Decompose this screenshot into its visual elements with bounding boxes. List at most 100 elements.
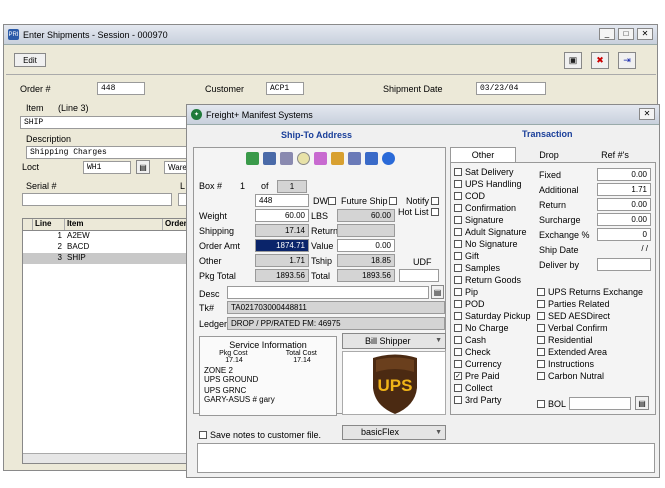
option-checkbox[interactable]: Adult Signature <box>454 226 531 238</box>
order-field[interactable]: 448 <box>97 82 145 95</box>
option-label: Pip <box>465 287 479 297</box>
serial-field[interactable] <box>22 193 172 206</box>
option-checkbox[interactable]: Return Goods <box>454 274 531 286</box>
customer-field[interactable]: ACP1 <box>266 82 304 95</box>
notes-area[interactable] <box>197 443 655 473</box>
option-checkbox[interactable]: POD <box>454 298 531 310</box>
fm-close-button[interactable]: ✕ <box>639 108 655 120</box>
transaction-field[interactable] <box>597 258 651 271</box>
bol-field[interactable] <box>569 397 631 410</box>
exit-icon[interactable]: ⇥ <box>618 52 636 69</box>
save-disk-icon[interactable]: ▣ <box>564 52 582 69</box>
order-amt-field[interactable]: 1874.71 <box>255 239 309 252</box>
option-checkbox[interactable]: Currency <box>454 358 531 370</box>
filter-icon[interactable] <box>280 152 293 165</box>
dw-checkbox[interactable] <box>328 195 339 207</box>
edit-menu[interactable]: Edit <box>14 53 46 67</box>
document-icon[interactable] <box>263 152 276 165</box>
option-checkbox[interactable]: SED AESDirect <box>537 310 643 322</box>
option-checkbox[interactable]: Confirmation <box>454 202 531 214</box>
option-label: Check <box>465 347 491 357</box>
maximize-button[interactable]: □ <box>618 28 634 40</box>
package-icon[interactable] <box>365 152 378 165</box>
transaction-field[interactable]: 0.00 <box>597 198 651 211</box>
loct-field[interactable]: WH1 <box>83 161 131 174</box>
puzzle-icon[interactable] <box>314 152 327 165</box>
desc-field[interactable] <box>227 286 429 299</box>
option-label: Sat Delivery <box>465 167 514 177</box>
option-checkbox[interactable]: No Signature <box>454 238 531 250</box>
truck-icon[interactable] <box>331 152 344 165</box>
option-checkbox[interactable]: Instructions <box>537 358 643 370</box>
option-checkbox[interactable]: UPS Returns Exchange <box>537 286 643 298</box>
serial-label: Serial # <box>26 181 57 191</box>
tab-drop[interactable]: Drop <box>516 147 582 163</box>
option-checkbox[interactable]: ✓ Pre Paid <box>454 370 531 382</box>
box-icon[interactable] <box>348 152 361 165</box>
option-checkbox[interactable]: Cash <box>454 334 531 346</box>
shipment-date-field[interactable]: 03/23/04 <box>476 82 546 95</box>
option-checkbox[interactable]: Gift <box>454 250 531 262</box>
transaction-field[interactable]: 0.00 <box>597 213 651 226</box>
option-checkbox[interactable]: Saturday Pickup <box>454 310 531 322</box>
row-item: SHIP <box>67 253 86 262</box>
future-ship-checkbox[interactable] <box>389 195 400 207</box>
option-checkbox[interactable]: 3rd Party <box>454 394 531 406</box>
option-checkbox[interactable]: Extended Area <box>537 346 643 358</box>
close-button[interactable]: ✕ <box>637 28 653 40</box>
bol-lookup-icon[interactable]: ▤ <box>635 396 649 410</box>
option-checkbox[interactable]: Verbal Confirm <box>537 322 643 334</box>
option-checkbox[interactable]: Check <box>454 346 531 358</box>
option-checkbox[interactable]: Carbon Nutral <box>537 370 643 382</box>
weight-field[interactable]: 60.00 <box>255 209 309 222</box>
minimize-button[interactable]: _ <box>599 28 615 40</box>
tab-other[interactable]: Other <box>450 147 516 163</box>
option-checkbox[interactable]: Signature <box>454 214 531 226</box>
help-icon[interactable] <box>382 152 395 165</box>
item-field[interactable]: SHIP <box>20 116 188 129</box>
grid-scrollbar[interactable] <box>23 453 187 463</box>
table-row[interactable]: 1 A2EW <box>23 231 187 242</box>
of-label: of <box>261 181 269 191</box>
desc-lookup-icon[interactable]: ▤ <box>431 285 444 299</box>
total-cost-value: 17.14 <box>293 357 311 364</box>
options-right: UPS Returns Exchange Parties Related SED A… <box>537 286 643 382</box>
table-row[interactable]: 2 BACD <box>23 242 187 253</box>
transaction-field[interactable]: 1.71 <box>597 183 651 196</box>
reference-field[interactable]: 448 <box>255 194 309 207</box>
option-checkbox[interactable]: COD <box>454 190 531 202</box>
table-row-selected[interactable]: 3 SHIP <box>23 253 187 264</box>
loct-lookup-icon[interactable]: ▤ <box>136 160 150 174</box>
option-checkbox[interactable]: Sat Delivery <box>454 166 531 178</box>
save-notes-checkbox[interactable]: Save notes to customer file. <box>199 429 321 441</box>
ware-field[interactable]: Ware <box>164 161 188 174</box>
tship-label: Tship <box>311 256 333 266</box>
save-icon[interactable] <box>246 152 259 165</box>
bill-type-select[interactable]: Bill Shipper ▼ <box>342 333 446 349</box>
transaction-fields: Fixed 0.00 Additional 1.71 Return 0.00 Surchar… <box>539 167 651 272</box>
transaction-field[interactable]: / / <box>597 243 651 256</box>
description-field[interactable]: Shipping Charges <box>26 146 188 159</box>
option-checkbox[interactable]: Samples <box>454 262 531 274</box>
option-checkbox[interactable]: Residential <box>537 334 643 346</box>
clock-icon[interactable] <box>297 152 310 165</box>
flex-select[interactable]: basicFlex ▼ <box>342 425 446 440</box>
value-field[interactable]: 0.00 <box>337 239 395 252</box>
checkbox-icon <box>454 312 462 320</box>
tab-refs[interactable]: Ref #'s <box>582 147 648 163</box>
transaction-field[interactable]: 0 <box>597 228 651 241</box>
option-checkbox[interactable]: Collect <box>454 382 531 394</box>
freight-globe-icon: ✦ <box>191 109 202 120</box>
option-checkbox[interactable]: Pip <box>454 286 531 298</box>
hot-list-checkbox[interactable] <box>431 206 442 218</box>
checkbox-icon <box>454 168 462 176</box>
checkbox-icon <box>537 288 545 296</box>
option-checkbox[interactable]: UPS Handling <box>454 178 531 190</box>
cancel-icon[interactable]: ✖ <box>591 52 609 69</box>
option-checkbox[interactable]: No Charge <box>454 322 531 334</box>
chevron-down-icon: ▼ <box>435 429 442 436</box>
option-checkbox[interactable]: Parties Related <box>537 298 643 310</box>
udf-field[interactable] <box>399 269 439 282</box>
transaction-field[interactable]: 0.00 <box>597 168 651 181</box>
bol-checkbox[interactable]: BOL <box>537 398 566 410</box>
